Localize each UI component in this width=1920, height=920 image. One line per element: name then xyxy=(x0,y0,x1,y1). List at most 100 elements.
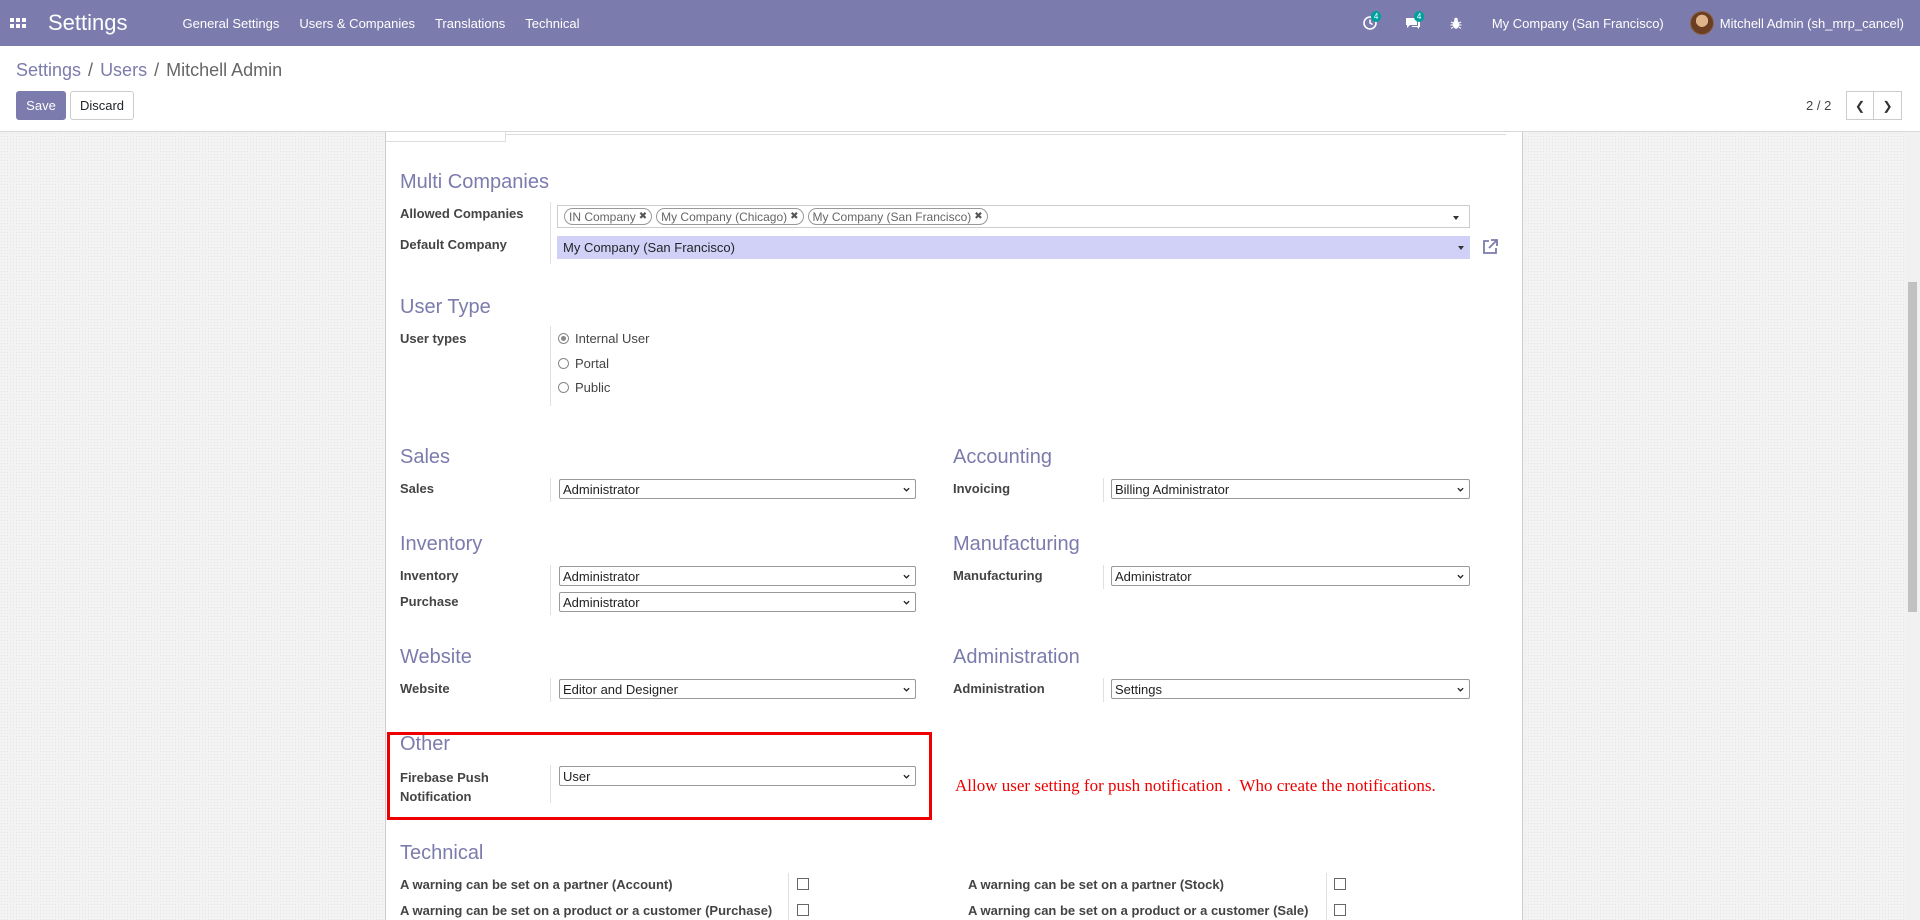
remove-tag-icon[interactable]: ✖ xyxy=(790,211,798,222)
active-tab[interactable] xyxy=(386,132,506,142)
invoicing-label: Invoicing xyxy=(953,481,1011,496)
scrollbar-thumb[interactable] xyxy=(1908,282,1917,612)
label-divider xyxy=(788,873,789,920)
firebase-push-label: Firebase Push Notification xyxy=(400,768,489,806)
dropdown-caret-icon[interactable] xyxy=(1453,216,1459,220)
invoicing-select[interactable]: Billing Administrator xyxy=(1111,479,1470,499)
radio-checked-icon[interactable] xyxy=(558,333,569,344)
external-link-icon[interactable] xyxy=(1481,238,1499,256)
label-divider xyxy=(1103,478,1104,502)
menu-technical[interactable]: Technical xyxy=(515,16,589,31)
breadcrumb-separator: / xyxy=(154,60,160,80)
administration-select[interactable]: Settings xyxy=(1111,679,1470,699)
pager-buttons: ❮ ❯ xyxy=(1846,91,1902,120)
company-switcher[interactable]: My Company (San Francisco) xyxy=(1492,16,1664,31)
user-menu[interactable]: Mitchell Admin (sh_mrp_cancel) xyxy=(1720,16,1904,31)
purchase-label: Purchase xyxy=(400,594,459,609)
manufacturing-title: Manufacturing xyxy=(953,533,1080,555)
inventory-label: Inventory xyxy=(400,568,459,583)
radio-unchecked-icon[interactable] xyxy=(558,382,569,393)
breadcrumb-users[interactable]: Users xyxy=(100,60,147,81)
app-title[interactable]: Settings xyxy=(48,10,128,36)
user-avatar[interactable] xyxy=(1689,11,1714,35)
tab-divider xyxy=(506,132,1506,135)
label-divider xyxy=(550,678,551,702)
select-value: Editor and Designer xyxy=(563,681,678,697)
technical-item-label: A warning can be set on a product or a c… xyxy=(968,903,1309,918)
chevron-down-icon xyxy=(903,600,910,605)
website-select[interactable]: Editor and Designer xyxy=(559,679,916,699)
label-divider xyxy=(550,478,551,502)
pager-value[interactable]: 2 / 2 xyxy=(1806,98,1831,113)
sales-label: Sales xyxy=(400,481,434,496)
label-line: Notification xyxy=(400,789,472,804)
label-divider xyxy=(550,326,551,406)
breadcrumb-settings[interactable]: Settings xyxy=(16,60,81,81)
vertical-scrollbar[interactable] xyxy=(1905,132,1920,920)
administration-title: Administration xyxy=(953,646,1080,668)
manufacturing-select[interactable]: Administrator xyxy=(1111,566,1470,586)
dropdown-caret-icon[interactable] xyxy=(1458,246,1464,250)
remove-tag-icon[interactable]: ✖ xyxy=(639,211,647,222)
radio-public[interactable]: Public xyxy=(558,380,610,395)
menu-general-settings[interactable]: General Settings xyxy=(173,16,290,31)
user-types-label: User types xyxy=(400,331,467,346)
technical-item-label: A warning can be set on a partner (Accou… xyxy=(400,877,673,892)
allowed-companies-field[interactable]: IN Company ✖ My Company (Chicago) ✖ My Com… xyxy=(557,205,1470,228)
select-value: Administrator xyxy=(563,481,640,497)
inventory-title: Inventory xyxy=(400,533,483,555)
debug-bug-icon[interactable] xyxy=(1448,15,1464,31)
website-label: Website xyxy=(400,681,450,696)
label-divider xyxy=(550,765,551,803)
company-tag: My Company (Chicago) ✖ xyxy=(656,208,804,225)
activity-count-badge: 4 xyxy=(1370,11,1382,22)
chevron-down-icon xyxy=(903,774,910,779)
discard-button[interactable]: Discard xyxy=(70,91,134,120)
user-type-title: User Type xyxy=(400,296,491,318)
technical-checkbox[interactable] xyxy=(797,904,809,916)
inventory-select[interactable]: Administrator xyxy=(559,566,916,586)
technical-checkbox[interactable] xyxy=(797,878,809,890)
annotation-text: Allow user setting for push notification… xyxy=(955,776,1436,795)
pager-next-button[interactable]: ❯ xyxy=(1874,91,1902,120)
sales-select[interactable]: Administrator xyxy=(559,479,916,499)
label-divider xyxy=(550,565,551,615)
main-menu: General Settings Users & Companies Trans… xyxy=(173,16,590,31)
radio-portal[interactable]: Portal xyxy=(558,356,609,371)
save-button[interactable]: Save xyxy=(16,91,66,120)
breadcrumb-separator: / xyxy=(88,60,94,80)
control-panel: Settings / Users / Mitchell Admin Save D… xyxy=(0,46,1920,132)
radio-internal-user[interactable]: Internal User xyxy=(558,331,649,346)
activity-clock-icon[interactable]: 4 xyxy=(1362,11,1382,31)
breadcrumb-current: Mitchell Admin xyxy=(166,60,283,80)
menu-users-companies[interactable]: Users & Companies xyxy=(289,16,425,31)
purchase-select[interactable]: Administrator xyxy=(559,592,916,612)
select-value: Billing Administrator xyxy=(1115,481,1230,497)
messages-count-badge: 4 xyxy=(1413,11,1425,22)
technical-checkbox[interactable] xyxy=(1334,878,1346,890)
technical-checkbox[interactable] xyxy=(1334,904,1346,916)
menu-translations[interactable]: Translations xyxy=(425,16,515,31)
company-tag: My Company (San Francisco) ✖ xyxy=(807,208,988,225)
allowed-companies-label: Allowed Companies xyxy=(400,206,524,221)
technical-item-label: A warning can be set on a product or a c… xyxy=(400,903,773,918)
chevron-down-icon xyxy=(903,487,910,492)
chevron-left-icon: ❮ xyxy=(1854,98,1866,113)
firebase-push-select[interactable]: User xyxy=(559,766,916,786)
select-value: Administrator xyxy=(563,568,640,584)
tag-label: My Company (Chicago) xyxy=(661,209,788,224)
default-company-field[interactable]: My Company (San Francisco) xyxy=(557,236,1470,259)
apps-menu-icon[interactable] xyxy=(10,15,26,31)
label-divider xyxy=(1326,873,1327,920)
company-tag: IN Company ✖ xyxy=(564,208,653,225)
chevron-down-icon xyxy=(1457,687,1464,692)
tag-label: My Company (San Francisco) xyxy=(812,209,972,224)
website-title: Website xyxy=(400,646,472,668)
pager-previous-button[interactable]: ❮ xyxy=(1846,91,1874,120)
remove-tag-icon[interactable]: ✖ xyxy=(974,211,982,222)
chevron-down-icon xyxy=(903,574,910,579)
chevron-right-icon: ❯ xyxy=(1882,98,1893,113)
messages-chat-icon[interactable]: 4 xyxy=(1405,11,1425,31)
radio-unchecked-icon[interactable] xyxy=(558,358,569,369)
manufacturing-label: Manufacturing xyxy=(953,568,1043,583)
